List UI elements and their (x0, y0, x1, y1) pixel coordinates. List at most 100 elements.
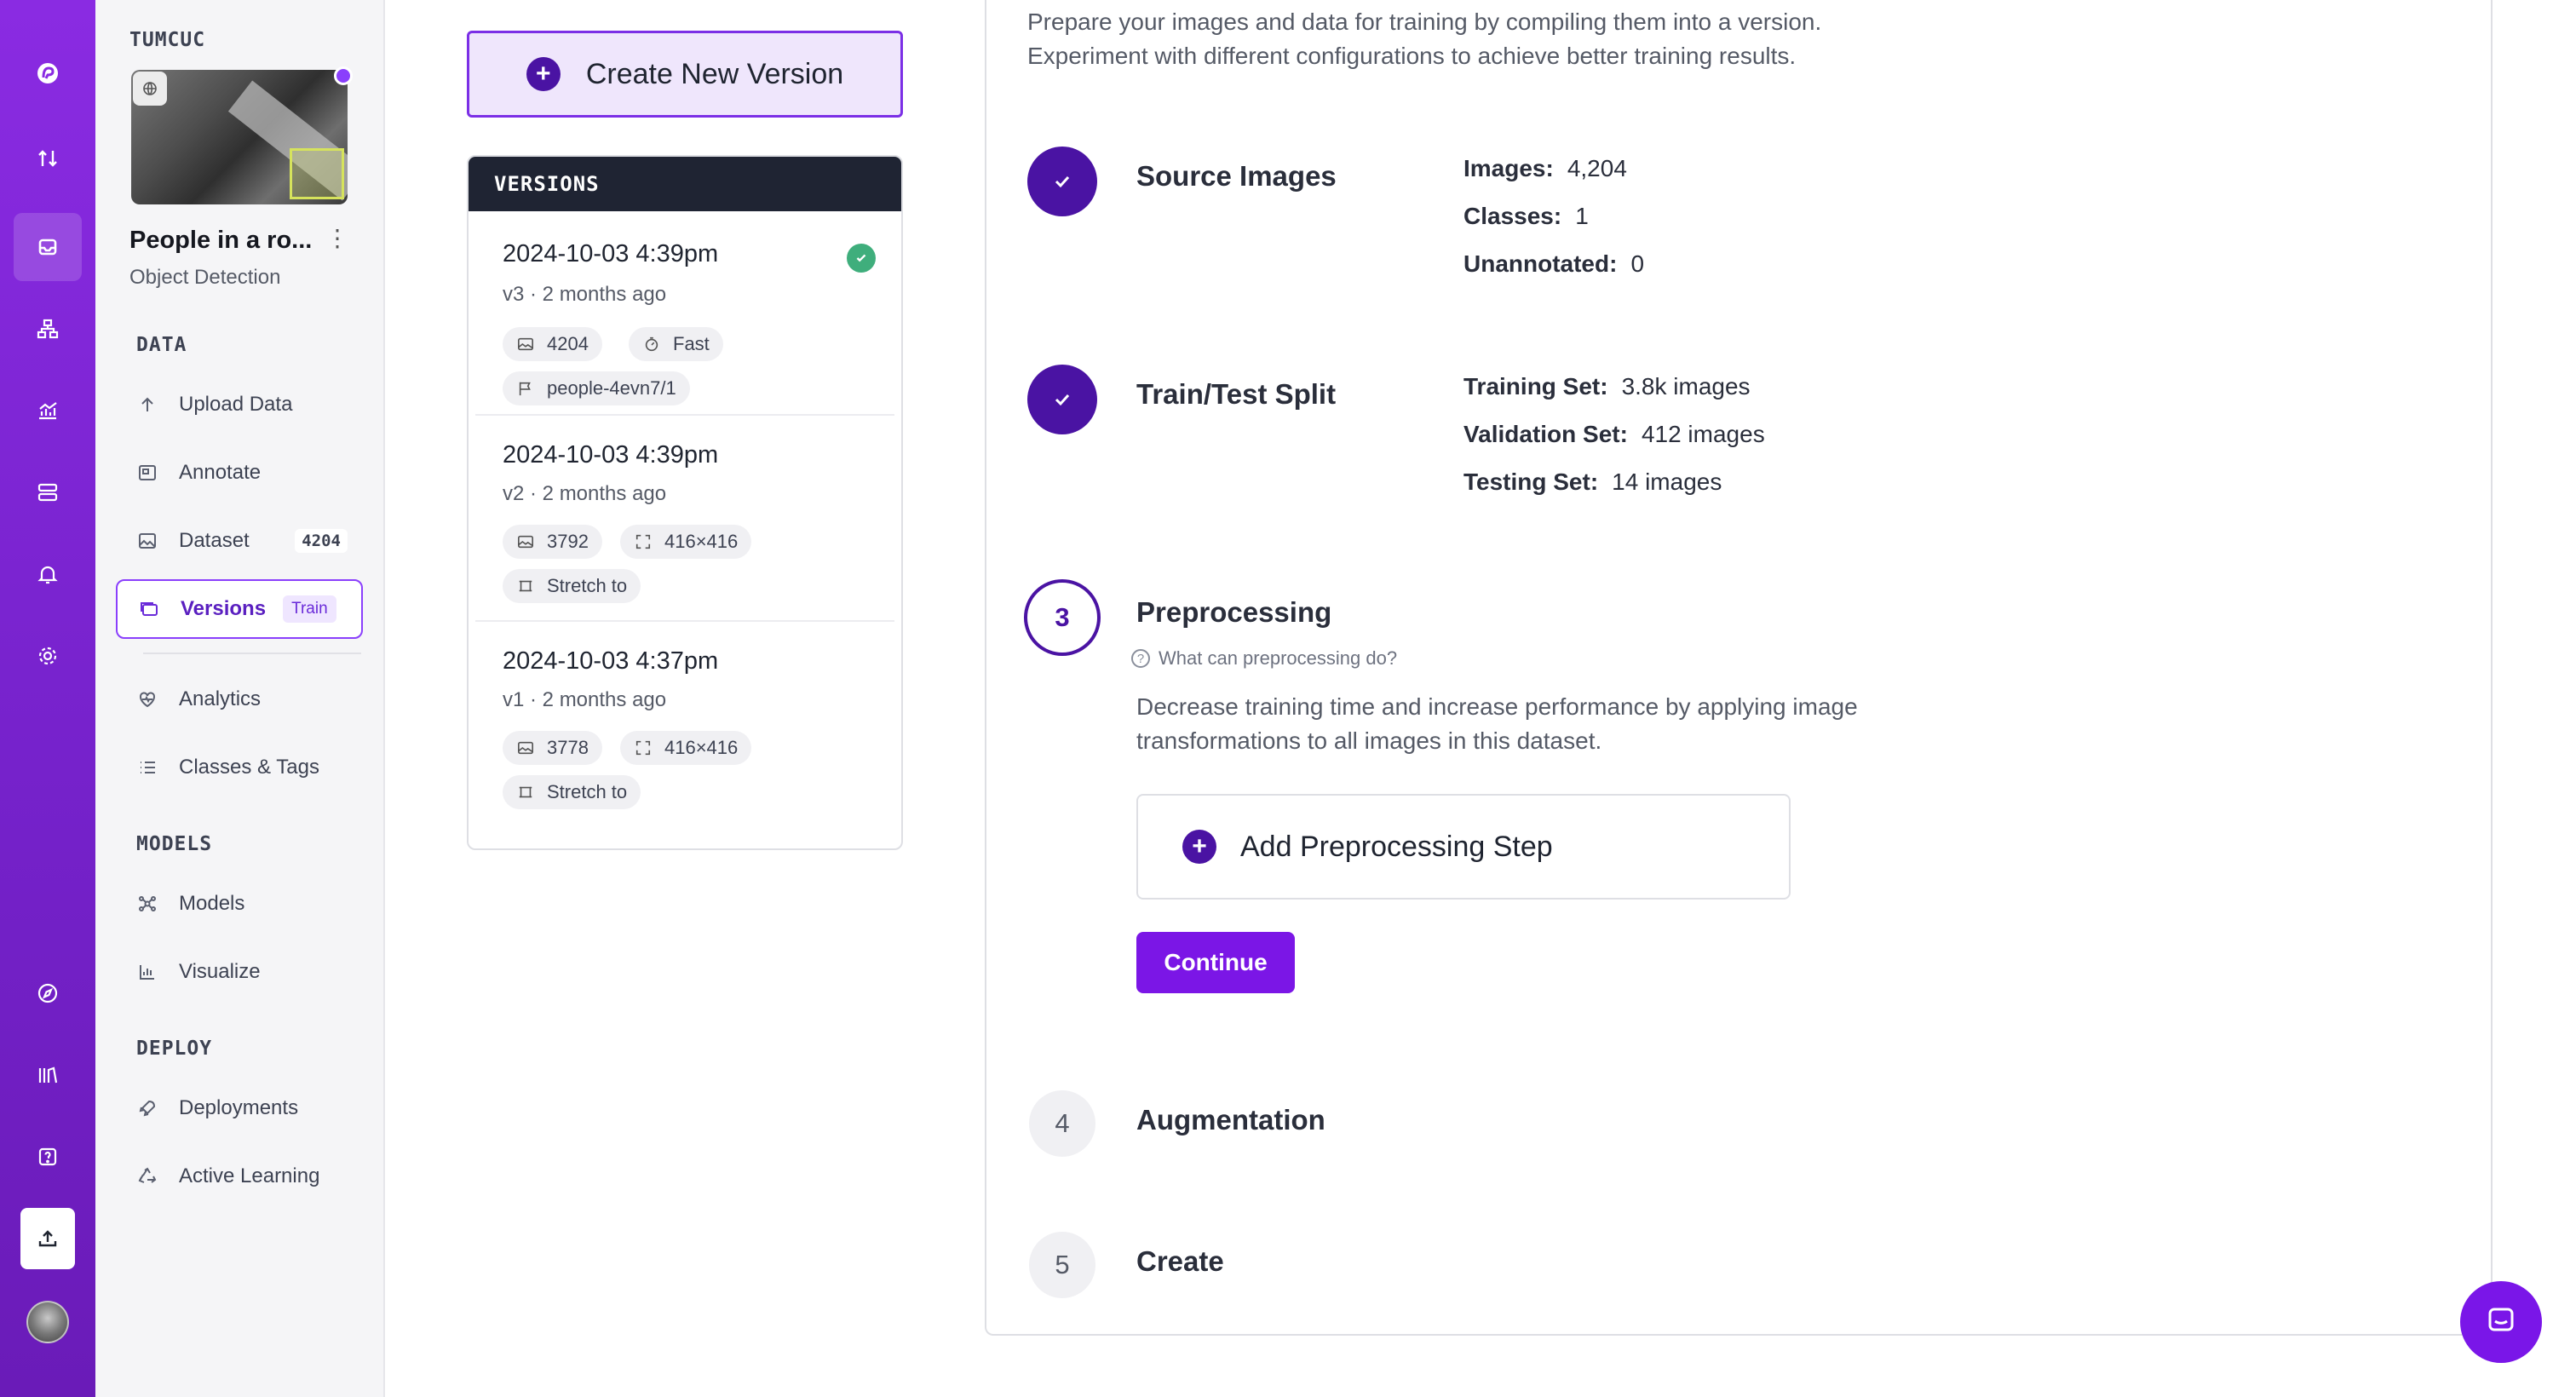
workspace-name[interactable]: TUMCUC (129, 29, 205, 51)
rocket-icon (136, 1097, 158, 1119)
heart-pulse-icon (136, 688, 158, 710)
sidebar-item-classes-tags[interactable]: Classes & Tags (116, 738, 363, 797)
roboflow-logo-icon[interactable] (14, 39, 82, 107)
kv-testing-set: Testing Set: 14 images (1463, 469, 1722, 496)
kv-label: Classes: (1463, 203, 1562, 229)
workflow-icon[interactable] (14, 295, 82, 363)
step-1-complete-icon[interactable] (1027, 147, 1097, 216)
image-icon (516, 532, 535, 551)
sidebar-item-label: Models (179, 892, 245, 915)
section-deploy: DEPLOY (136, 1038, 213, 1060)
inbox-icon[interactable] (14, 213, 82, 281)
resize-chip: 416×416 (620, 525, 752, 559)
project-title[interactable]: People in a ro... (129, 227, 312, 255)
version-date: 2024-10-03 4:39pm (503, 441, 719, 469)
stretch-chip: Stretch to (503, 775, 641, 809)
chip-label: 3792 (547, 531, 589, 552)
annotate-icon (136, 462, 158, 484)
timer-icon (642, 335, 661, 354)
server-icon[interactable] (14, 458, 82, 526)
versions-icon (138, 598, 160, 620)
version-card-v2[interactable]: 2024-10-03 4:39pm v2 · 2 months ago 3792… (475, 417, 894, 622)
sidebar-item-dataset[interactable]: Dataset 4204 (116, 511, 363, 571)
list-icon (136, 756, 158, 779)
bell-icon[interactable] (14, 540, 82, 608)
sidebar-item-label: Visualize (179, 960, 261, 983)
sidebar-item-visualize[interactable]: Visualize (116, 942, 363, 1002)
crop-icon (516, 783, 535, 802)
avatar[interactable] (14, 1288, 82, 1356)
globe-icon (133, 72, 167, 106)
project-sidebar: TUMCUC People in a ro... ⋮ Object Detect… (95, 0, 385, 1397)
intro-line: Experiment with different configurations… (1027, 43, 1797, 69)
project-type: Object Detection (129, 266, 281, 289)
image-icon (516, 739, 535, 757)
check-circle-icon (847, 244, 876, 273)
chip-label: Stretch to (547, 575, 628, 596)
kv-classes: Classes: 1 (1463, 203, 1589, 230)
sidebar-item-versions[interactable]: Versions Train (116, 579, 363, 639)
flag-icon (516, 379, 535, 398)
sidebar-item-models[interactable]: Models (116, 874, 363, 934)
train-badge: Train (283, 595, 336, 623)
kv-label: Training Set: (1463, 373, 1608, 400)
chip-label: 416×416 (664, 737, 739, 758)
preprocessing-help-link[interactable]: ? What can preprocessing do? (1131, 647, 1397, 670)
chart-icon[interactable] (14, 377, 82, 445)
versions-header: VERSIONS (469, 157, 901, 211)
section-data: DATA (136, 334, 187, 356)
sidebar-item-label: Analytics (179, 687, 262, 710)
chip-label: Fast (673, 333, 710, 354)
version-card-v3[interactable]: 2024-10-03 4:39pm v3 · 2 months ago 4204… (475, 211, 894, 416)
sidebar-item-upload-data[interactable]: Upload Data (116, 375, 363, 434)
kv-label: Unannotated: (1463, 250, 1618, 277)
continue-button[interactable]: Continue (1136, 932, 1295, 993)
library-icon[interactable] (14, 1041, 82, 1109)
step-2-complete-icon[interactable] (1027, 365, 1097, 434)
version-card-v1[interactable]: 2024-10-03 4:37pm v1 · 2 months ago 3778… (475, 624, 894, 828)
step-train-test-split-title[interactable]: Train/Test Split (1136, 378, 1336, 411)
expand-icon (634, 739, 653, 757)
sidebar-item-label: Active Learning (179, 1164, 320, 1187)
version-date: 2024-10-03 4:39pm (503, 240, 719, 267)
description-line: transformations to all images in this da… (1136, 727, 1602, 754)
help-icon[interactable] (14, 1123, 82, 1191)
gear-icon[interactable] (14, 622, 82, 690)
expand-icon (634, 532, 653, 551)
upload-icon[interactable] (20, 1208, 75, 1269)
dataset-count-badge: 4204 (295, 529, 348, 553)
sidebar-item-analytics[interactable]: Analytics (116, 670, 363, 729)
create-new-version-label: Create New Version (585, 57, 844, 90)
chip-label: 3778 (547, 737, 589, 758)
image-icon (136, 530, 158, 552)
add-preprocessing-step-button[interactable]: + Add Preprocessing Step (1136, 794, 1791, 900)
kv-value: 4,204 (1567, 155, 1627, 181)
more-vertical-icon[interactable]: ⋮ (325, 227, 349, 250)
sidebar-item-active-learning[interactable]: Active Learning (116, 1147, 363, 1206)
description-line: Decrease training time and increase perf… (1136, 693, 1858, 720)
chip-label: people-4evn7/1 (547, 377, 676, 399)
create-new-version-button[interactable]: + Create New Version (467, 31, 903, 118)
sidebar-item-label: Upload Data (179, 393, 293, 416)
chip-label: Stretch to (547, 781, 628, 802)
resize-chip: 416×416 (620, 731, 752, 765)
bar-chart-icon (136, 961, 158, 983)
status-dot (334, 66, 353, 85)
sidebar-item-label: Versions (181, 597, 267, 620)
add-step-label: Add Preprocessing Step (1240, 830, 1553, 863)
kv-validation-set: Validation Set: 412 images (1463, 421, 1765, 448)
chat-support-button[interactable] (2460, 1281, 2542, 1363)
chip-label: 4204 (547, 333, 589, 354)
image-count-chip: 3778 (503, 731, 602, 765)
preprocessing-description: Decrease training time and increase perf… (1136, 690, 1937, 758)
arrows-up-down-icon[interactable] (14, 124, 82, 193)
project-thumbnail[interactable] (131, 70, 348, 204)
step-source-images-title[interactable]: Source Images (1136, 160, 1337, 193)
kv-value: 0 (1630, 250, 1645, 277)
crop-icon (516, 577, 535, 595)
sidebar-item-annotate[interactable]: Annotate (116, 443, 363, 503)
compass-icon[interactable] (14, 959, 82, 1027)
arrow-up-icon (136, 394, 158, 416)
sidebar-item-deployments[interactable]: Deployments (116, 1078, 363, 1138)
intro-text: Prepare your images and data for trainin… (1027, 5, 2050, 73)
